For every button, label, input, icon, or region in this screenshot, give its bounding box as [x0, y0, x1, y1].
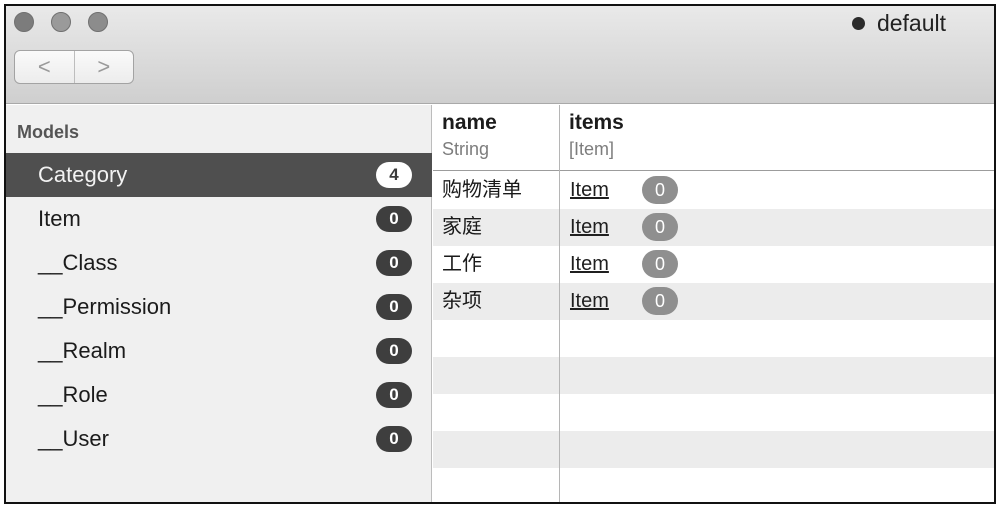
model-label: __Realm [38, 338, 127, 363]
items-count-badge: 0 [642, 287, 678, 315]
items-count-badge: 0 [642, 213, 678, 241]
object-count-badge: 0 [376, 294, 412, 320]
model-label: __Role [38, 382, 108, 407]
name-cell[interactable]: 工作 [442, 246, 482, 283]
table-row-stripe [433, 394, 994, 431]
table-header: name String items [Item] [433, 105, 994, 171]
sidebar-item-role[interactable]: __Role 0 [6, 373, 432, 417]
items-count-badge: 0 [642, 176, 678, 204]
app-window: default < > Models Category 4 Item 0 __C… [4, 4, 996, 504]
sidebar-item-permission[interactable]: __Permission 0 [6, 285, 432, 329]
column-header-name[interactable]: name String [442, 111, 497, 160]
column-name: items [569, 111, 624, 134]
realm-status-dot-icon [851, 16, 865, 30]
items-link[interactable]: Item [570, 246, 609, 283]
sidebar-item-user[interactable]: __User 0 [6, 417, 432, 461]
back-button[interactable]: < [15, 51, 74, 83]
object-count-badge: 0 [376, 250, 412, 276]
minimize-window-button[interactable] [51, 12, 71, 32]
table-row-stripe [433, 357, 994, 394]
model-label: Item [38, 206, 81, 231]
model-label: __User [38, 426, 109, 451]
realm-indicator: default [851, 9, 946, 36]
model-label: __Class [38, 250, 118, 275]
column-header-items[interactable]: items [Item] [569, 111, 624, 160]
table-row[interactable]: 购物清单 Item 0 [433, 172, 994, 209]
object-count-badge: 0 [376, 338, 412, 364]
objects-table: name String items [Item] 购物清单 Item 0 家庭 … [433, 105, 994, 502]
table-row[interactable]: 杂项 Item 0 [433, 283, 994, 320]
column-type: [Item] [569, 139, 615, 159]
table-row[interactable]: 工作 Item 0 [433, 246, 994, 283]
close-window-button[interactable] [14, 12, 34, 32]
model-label: __Permission [38, 294, 172, 319]
object-count-badge: 0 [376, 382, 412, 408]
items-link[interactable]: Item [570, 283, 609, 320]
navigation-buttons: < > [14, 50, 134, 84]
name-cell[interactable]: 家庭 [442, 209, 482, 246]
model-label: Category [38, 162, 128, 187]
table-row-stripe [433, 468, 994, 502]
chevron-right-icon: > [97, 54, 111, 79]
sidebar-title: Models [17, 122, 80, 142]
title-bar: default < > [6, 6, 994, 104]
column-name: name [442, 111, 497, 134]
models-sidebar: Models Category 4 Item 0 __Class 0 __Per… [6, 105, 432, 502]
sidebar-item-realm[interactable]: __Realm 0 [6, 329, 432, 373]
table-row-stripe [433, 320, 994, 357]
name-cell[interactable]: 购物清单 [442, 172, 522, 209]
column-type: String [442, 139, 490, 159]
object-count-badge: 4 [376, 162, 412, 188]
object-count-badge: 0 [376, 206, 412, 232]
name-cell[interactable]: 杂项 [442, 283, 482, 320]
sidebar-item-class[interactable]: __Class 0 [6, 241, 432, 285]
object-count-badge: 0 [376, 426, 412, 452]
realm-name: default [876, 9, 946, 36]
table-row-stripe [433, 431, 994, 468]
items-link[interactable]: Item [570, 172, 609, 209]
sidebar-item-item[interactable]: Item 0 [6, 197, 432, 241]
items-link[interactable]: Item [570, 209, 609, 246]
table-row[interactable]: 家庭 Item 0 [433, 209, 994, 246]
sidebar-item-category[interactable]: Category 4 [6, 153, 432, 197]
items-count-badge: 0 [642, 250, 678, 278]
forward-button[interactable]: > [73, 51, 134, 83]
zoom-window-button[interactable] [88, 12, 108, 32]
chevron-left-icon: < [37, 54, 51, 79]
